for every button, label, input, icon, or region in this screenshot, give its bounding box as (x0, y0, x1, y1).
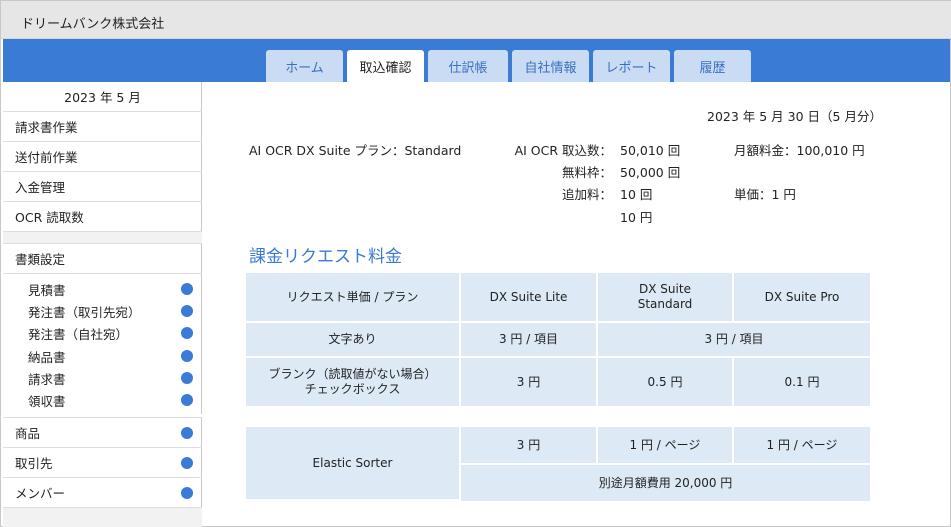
sorter-std: 1 円 / ページ (598, 427, 734, 465)
sidebar-subitem-label: 請求書 (28, 371, 66, 387)
free-quota-label: 無料枠： (561, 165, 612, 180)
sidebar-subitem-label: 見積書 (28, 282, 66, 298)
sidebar-item-label: 取引先 (15, 456, 53, 471)
sidebar-item-pre-send[interactable]: 送付前作業 (3, 142, 202, 172)
import-count-value: 50,010 回 (620, 143, 681, 158)
sorter-table: Elastic Sorter 3 円 1 円 / ページ 1 円 / ページ 別… (246, 427, 870, 501)
sidebar-subitem-label: 発注書（自社宛） (28, 326, 129, 342)
report-date: 2023 年 5 月 30 日（5 月分） (707, 109, 882, 124)
sidebar-footer (3, 508, 202, 527)
header-cell-plan: リクエスト単価 / プラン (246, 273, 461, 323)
table-row: 文字あり 3 円 / 項目 3 円 / 項目 (246, 323, 870, 358)
sidebar-subitem-label: 領収書 (28, 393, 66, 409)
unit-price: 単価：1 円 (734, 187, 796, 202)
tab-company-info[interactable]: 自社情報 (512, 50, 589, 82)
sidebar-subitem-receipt[interactable]: 領収書 (3, 389, 202, 411)
status-dot-icon (181, 456, 193, 469)
company-name: ドリームバンク株式会社 (21, 17, 165, 32)
tab-report[interactable]: レポート (593, 50, 670, 82)
header-cell-lite: DX Suite Lite (461, 273, 598, 323)
header-cell-pro: DX Suite Pro (734, 273, 870, 323)
status-dot-icon (181, 350, 193, 362)
section-title: 課金リクエスト料金 (249, 247, 402, 267)
sidebar-item-label: 商品 (15, 426, 41, 441)
import-count-label: AI OCR 取込数： (514, 143, 612, 158)
table-row: Elastic Sorter 3 円 1 円 / ページ 1 円 / ページ (246, 427, 870, 501)
extra-count-value: 10 回 (620, 187, 653, 202)
sidebar-item-clients[interactable]: 取引先 (3, 448, 202, 478)
sorter-label: Elastic Sorter (246, 427, 461, 501)
cell-blank-std: 0.5 円 (598, 358, 734, 406)
sidebar-subitem-invoice[interactable]: 請求書 (3, 367, 202, 389)
tab-journal[interactable]: 仕訳帳 (428, 50, 508, 82)
title-bar: ドリームバンク株式会社 (1, 1, 951, 39)
sidebar-subitem-quote[interactable]: 見積書 (3, 278, 202, 300)
sidebar-item-ocr-count[interactable]: OCR 読取数 (3, 202, 202, 232)
sidebar-item-doc-settings[interactable]: 書類設定 (3, 244, 202, 274)
extra-yen-value: 10 円 (620, 210, 653, 225)
status-dot-icon (181, 305, 193, 317)
cell-text-lite: 3 円 / 項目 (461, 323, 598, 358)
tab-history[interactable]: 履歴 (674, 50, 751, 82)
cell-blank-lite: 3 円 (461, 358, 598, 406)
header-cell-standard: DX Suite Standard (598, 273, 734, 323)
sidebar-item-payment[interactable]: 入金管理 (3, 172, 202, 202)
status-dot-icon (181, 372, 193, 384)
sidebar-item-products[interactable]: 商品 (3, 418, 202, 448)
plan-name: AI OCR DX Suite プラン：Standard (249, 143, 462, 158)
status-dot-icon (181, 394, 193, 406)
sorter-lite: 3 円 (461, 427, 598, 465)
cell-blank-pro: 0.1 円 (734, 358, 870, 406)
sorter-note: 別途月額費用 20,000 円 (461, 465, 870, 501)
sidebar-spacer (3, 232, 202, 244)
pricing-table: リクエスト単価 / プラン DX Suite Lite DX Suite Sta… (246, 273, 870, 406)
sorter-pro: 1 円 / ページ (734, 427, 870, 465)
sidebar-subitem-po-vendor[interactable]: 発注書（取引先宛） (3, 300, 202, 322)
sidebar-item-members[interactable]: メンバー (3, 478, 202, 508)
tab-home[interactable]: ホーム (266, 50, 343, 82)
main-nav: ホーム 取込確認 仕訳帳 自社情報 レポート 履歴 (3, 39, 950, 82)
cell-text-std-pro: 3 円 / 項目 (598, 323, 870, 358)
table-row: ブランク（読取値がない場合） チェックボックス 3 円 0.5 円 0.1 円 (246, 358, 870, 406)
tab-import-check[interactable]: 取込確認 (347, 50, 424, 82)
sidebar-item-invoice-work[interactable]: 請求書作業 (3, 112, 202, 142)
free-quota-value: 50,000 回 (620, 165, 681, 180)
status-dot-icon (181, 283, 193, 295)
row-label-blank: ブランク（読取値がない場合） チェックボックス (246, 358, 461, 406)
extra-fee-label: 追加料： (561, 187, 612, 202)
sidebar-subitem-label: 発注書（取引先宛） (28, 304, 141, 320)
table-header-row: リクエスト単価 / プラン DX Suite Lite DX Suite Sta… (246, 273, 870, 323)
monthly-fee: 月額料金：100,010 円 (734, 143, 865, 158)
app-window: ドリームバンク株式会社 ホーム 取込確認 仕訳帳 自社情報 レポート 履歴 20… (0, 0, 951, 527)
sidebar-subitem-delivery[interactable]: 納品書 (3, 345, 202, 367)
sidebar: 2023 年 5 月 請求書作業 送付前作業 入金管理 OCR 読取数 書類設定… (3, 82, 202, 527)
main-content: 2023 年 5 月 30 日（5 月分） AI OCR DX Suite プラ… (202, 82, 950, 527)
sidebar-subitem-po-self[interactable]: 発注書（自社宛） (3, 322, 202, 344)
sidebar-period: 2023 年 5 月 (3, 82, 202, 112)
sidebar-item-label: メンバー (15, 486, 66, 501)
status-dot-icon (181, 426, 193, 439)
row-label-text: 文字あり (246, 323, 461, 358)
status-dot-icon (181, 486, 193, 499)
status-dot-icon (181, 327, 193, 339)
sidebar-subitem-label: 納品書 (28, 349, 66, 365)
